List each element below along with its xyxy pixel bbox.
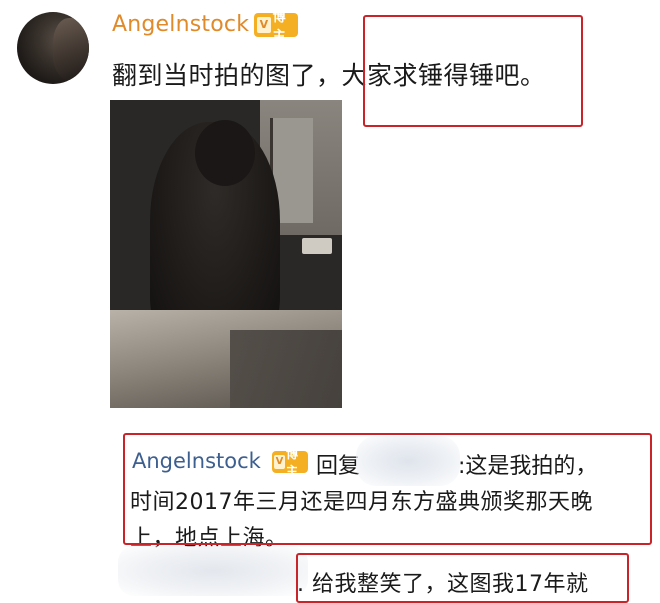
photo-wall-socket — [302, 238, 332, 254]
photo-person-head — [195, 120, 255, 186]
post-photo[interactable] — [110, 100, 342, 408]
post-username[interactable]: Angelnstock — [112, 12, 249, 37]
badge-label: 博主 — [272, 10, 286, 44]
post-text-part1: 翻到当时拍的图了， — [112, 61, 342, 90]
photo-shadow — [230, 330, 342, 408]
blogger-badge: V 博主 — [254, 10, 298, 44]
highlight-box-reply — [123, 433, 652, 545]
blurred-username-2 — [118, 546, 308, 596]
avatar-image — [53, 18, 89, 80]
vip-icon: V — [257, 17, 271, 33]
avatar[interactable] — [17, 12, 89, 84]
highlight-box-post — [363, 15, 583, 127]
